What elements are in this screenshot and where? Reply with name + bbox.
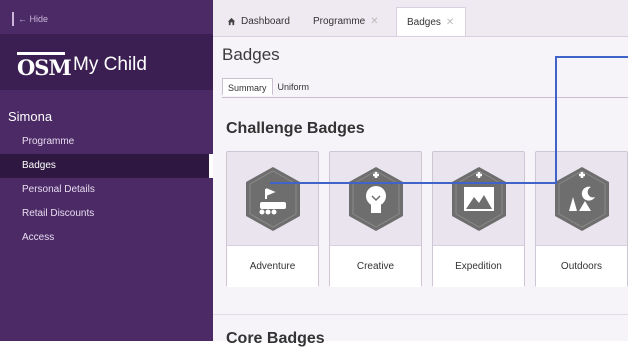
- sidebar-item-access[interactable]: Access: [0, 226, 213, 250]
- section-divider: [213, 314, 628, 315]
- page-title: Badges: [222, 45, 280, 64]
- sidebar-item-personal-details[interactable]: Personal Details: [0, 178, 213, 202]
- sidebar-item-badges[interactable]: Badges: [0, 154, 213, 178]
- app-title: My Child: [73, 54, 147, 75]
- close-icon[interactable]: ✕: [446, 8, 454, 37]
- badge-card-outdoors[interactable]: Outdoors: [535, 151, 628, 287]
- badge-card-creative[interactable]: Creative: [329, 151, 422, 287]
- badge-label: Adventure: [227, 245, 318, 287]
- sidebar-item-retail-discounts[interactable]: Retail Discounts: [0, 202, 213, 226]
- collapse-bar-icon: [12, 12, 14, 26]
- tab-programme[interactable]: Programme ✕: [303, 7, 391, 36]
- subtab-summary[interactable]: Summary: [222, 78, 273, 96]
- subtab-divider: [222, 97, 628, 98]
- sidebar-item-programme[interactable]: Programme: [0, 130, 213, 154]
- hide-button[interactable]: ← Hide: [12, 12, 48, 26]
- badge-label: Outdoors: [536, 245, 627, 287]
- badge-label: Creative: [330, 245, 421, 287]
- sidebar-nav: Programme Badges Personal Details Retail…: [0, 130, 213, 250]
- mountain-icon: [451, 166, 506, 231]
- hide-label: ← Hide: [18, 14, 49, 24]
- adventure-icon: [245, 166, 300, 231]
- section-title-core: Core Badges: [226, 330, 325, 347]
- tab-badges[interactable]: Badges ✕: [396, 7, 466, 36]
- sidebar: ← Hide OSM My Child Simona Programme Bad…: [0, 0, 213, 341]
- tab-label: Dashboard: [241, 16, 290, 27]
- lightbulb-icon: [348, 166, 403, 231]
- tab-bar: Dashboard Programme ✕ Badges ✕: [213, 0, 628, 37]
- tab-label: Badges: [407, 16, 441, 28]
- main-content: Badges Summary Uniform Challenge Badges …: [213, 37, 628, 347]
- osm-logo: OSM: [17, 52, 72, 80]
- badge-card-expedition[interactable]: Expedition: [432, 151, 525, 287]
- close-icon[interactable]: ✕: [370, 7, 378, 36]
- camp-night-icon: [554, 166, 609, 231]
- badge-label: Expedition: [433, 245, 524, 287]
- section-title-challenge: Challenge Badges: [226, 120, 365, 137]
- child-name[interactable]: Simona: [8, 109, 52, 124]
- subtabs: Summary Uniform: [222, 78, 314, 96]
- tab-label: Programme: [313, 16, 366, 27]
- tab-dashboard[interactable]: Dashboard: [217, 7, 303, 36]
- home-icon: [227, 17, 236, 26]
- badge-card-adventure[interactable]: Adventure: [226, 151, 319, 287]
- badge-list: Adventure Creative Expedition Outdoors: [226, 151, 628, 287]
- osm-logo-text: OSM: [17, 55, 72, 80]
- subtab-uniform[interactable]: Uniform: [273, 78, 315, 96]
